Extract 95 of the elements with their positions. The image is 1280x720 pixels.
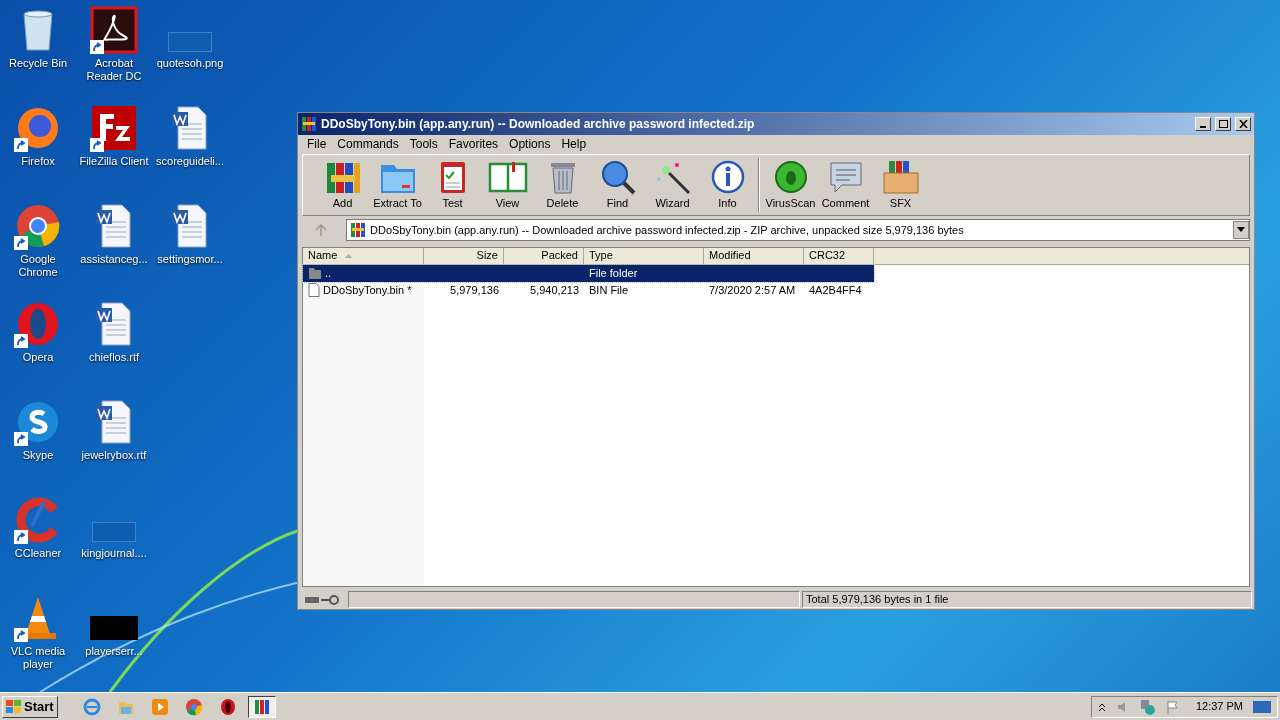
play-icon xyxy=(150,697,169,716)
archive-icon xyxy=(350,221,366,238)
table-cell-text: 5,940,213 xyxy=(530,283,579,298)
minimize-button[interactable] xyxy=(1195,116,1211,131)
toolbar-button[interactable]: Delete xyxy=(535,158,590,212)
desktop-icon-label[interactable]: scoreguideli... xyxy=(152,155,228,168)
desktop-icon-label[interactable]: Recycle Bin xyxy=(0,57,76,70)
shortcut-arrow-icon xyxy=(14,628,28,642)
image-thumbnail-icon xyxy=(90,616,138,640)
table-cell-text: DDoSbyTony.bin * xyxy=(323,283,412,298)
toolbar-button[interactable]: Test xyxy=(425,158,480,212)
toolbar-button[interactable]: Comment xyxy=(818,158,873,212)
desktop-icon-label[interactable]: assistanceg... xyxy=(76,253,152,266)
file-row[interactable]: DDoSbyTony.bin * 5,979,136 5,940,213 BIN File 7/3/2020 2:57 AM 4A2B4FF4 xyxy=(303,281,874,299)
caret-icon xyxy=(1237,227,1245,233)
desktop-icon-label[interactable]: Acrobat Reader DC xyxy=(76,57,152,83)
column-header[interactable]: CRC32 xyxy=(804,247,874,265)
image-thumbnail-icon xyxy=(92,522,136,542)
desktop-icon-label[interactable]: CCleaner xyxy=(0,547,76,560)
image-thumbnail-icon xyxy=(168,32,212,52)
window-title: DDoSbyTony.bin (app.any.run) -- Downloaded archive password infected.zip xyxy=(321,115,756,133)
column-header[interactable]: Name xyxy=(303,247,424,265)
shortcut-arrow-icon xyxy=(14,334,28,348)
chrome-icon xyxy=(14,202,62,250)
desktop-icon-label[interactable]: kingjournal.... xyxy=(76,547,152,560)
desktop-icon-label[interactable]: FileZilla Client xyxy=(76,155,152,168)
close-button[interactable] xyxy=(1235,116,1251,131)
shortcut-arrow-icon xyxy=(14,138,28,152)
archive-icon xyxy=(301,115,317,132)
toolbar-button[interactable]: VirusScan xyxy=(763,158,818,212)
status-text: Total 5,979,136 bytes in 1 file xyxy=(802,591,1252,608)
close-icon xyxy=(1238,119,1248,128)
windows-logo-icon xyxy=(6,699,22,714)
desktop-icon-label[interactable]: Firefox xyxy=(0,155,76,168)
column-header[interactable]: Size xyxy=(424,247,504,265)
table-cell-text: 5,979,136 xyxy=(450,283,499,298)
table-cell-text: 4A2B4FF4 xyxy=(809,283,862,298)
address-text: DDoSbyTony.bin (app.any.run) -- Downloaded archive password infected.zip - ZIP archive, unpacked size 5,979,136 bytes xyxy=(370,222,965,238)
column-header[interactable]: Packed xyxy=(504,247,584,265)
internet-explorer-icon xyxy=(82,697,101,716)
archive-books-icon xyxy=(252,697,271,716)
taskbar-button[interactable] xyxy=(247,695,276,718)
chevron-up-icon xyxy=(1097,701,1106,712)
menu-item[interactable]: Commands xyxy=(332,135,404,154)
desktop-icon-label[interactable]: Opera xyxy=(0,351,76,364)
desktop-icon-label[interactable]: Google Chrome xyxy=(0,253,76,279)
maximize-icon xyxy=(1218,119,1228,128)
flag-icon[interactable] xyxy=(1165,699,1180,714)
file-icon xyxy=(308,283,320,298)
up-arrow-icon xyxy=(315,223,327,236)
shortcut-arrow-icon xyxy=(90,40,104,54)
acrobat-icon xyxy=(90,6,138,54)
toolbar-button[interactable]: Extract To xyxy=(370,158,425,212)
column-header[interactable]: Type xyxy=(584,247,704,265)
network-icon[interactable] xyxy=(1139,698,1156,715)
shortcut-arrow-icon xyxy=(90,138,104,152)
desktop-icon-label[interactable]: quotesoh.png xyxy=(152,57,228,70)
menu-item[interactable]: Help xyxy=(556,135,592,154)
desktop-icon-label[interactable]: settingsmor... xyxy=(152,253,228,266)
table-cell-text: 7/3/2020 2:57 AM xyxy=(709,283,796,298)
menu-item[interactable]: Options xyxy=(504,135,556,154)
table-cell-text: File folder xyxy=(589,266,638,281)
toolbar-button[interactable]: Add xyxy=(315,158,370,212)
toolbar-button[interactable]: Info xyxy=(700,158,755,212)
folder-up-icon xyxy=(308,266,322,281)
filezilla-icon xyxy=(90,104,138,152)
toolbar-button[interactable]: Find xyxy=(590,158,645,212)
shortcut-arrow-icon xyxy=(14,530,28,544)
desktop-icon-label[interactable]: playerserr... xyxy=(76,645,152,658)
box-books-icon xyxy=(880,158,921,195)
desktop-icon-label[interactable]: VLC media player xyxy=(0,645,76,671)
clock[interactable]: 12:37 PM xyxy=(1195,698,1243,715)
menu-item[interactable]: Favorites xyxy=(443,135,504,154)
table-cell-text: .. xyxy=(325,266,332,281)
toolbar-button[interactable]: View xyxy=(480,158,535,212)
column-header[interactable]: Modified xyxy=(704,247,804,265)
desktop-icon-label[interactable]: jewelrybox.rtf xyxy=(76,449,152,462)
desktop-icon-label[interactable]: chieflos.rtf xyxy=(76,351,152,364)
desktop-icon-label[interactable]: Skype xyxy=(0,449,76,462)
shortcut-arrow-icon xyxy=(14,432,28,446)
sort-ascending-icon xyxy=(345,253,353,258)
maximize-button[interactable] xyxy=(1215,116,1231,131)
opera-icon xyxy=(218,697,237,716)
start-button[interactable]: Start xyxy=(2,695,58,718)
menu-item[interactable]: Tools xyxy=(404,135,443,154)
show-desktop-icon[interactable] xyxy=(1253,700,1271,713)
table-cell-text: BIN File xyxy=(589,283,629,298)
toolbar-button[interactable]: Wizard xyxy=(645,158,700,212)
menu-item[interactable]: File xyxy=(302,135,332,154)
dropdown-button[interactable] xyxy=(1233,220,1249,239)
chrome-icon xyxy=(184,697,203,716)
shortcut-arrow-icon xyxy=(14,236,28,250)
address-field[interactable]: DDoSbyTony.bin (app.any.run) -- Downloaded archive password infected.zip - ZIP archive, unpacked size 5,979,136 bytes xyxy=(346,218,1250,241)
minimize-icon xyxy=(1200,125,1206,128)
toolbar-button[interactable]: SFX xyxy=(873,158,928,212)
